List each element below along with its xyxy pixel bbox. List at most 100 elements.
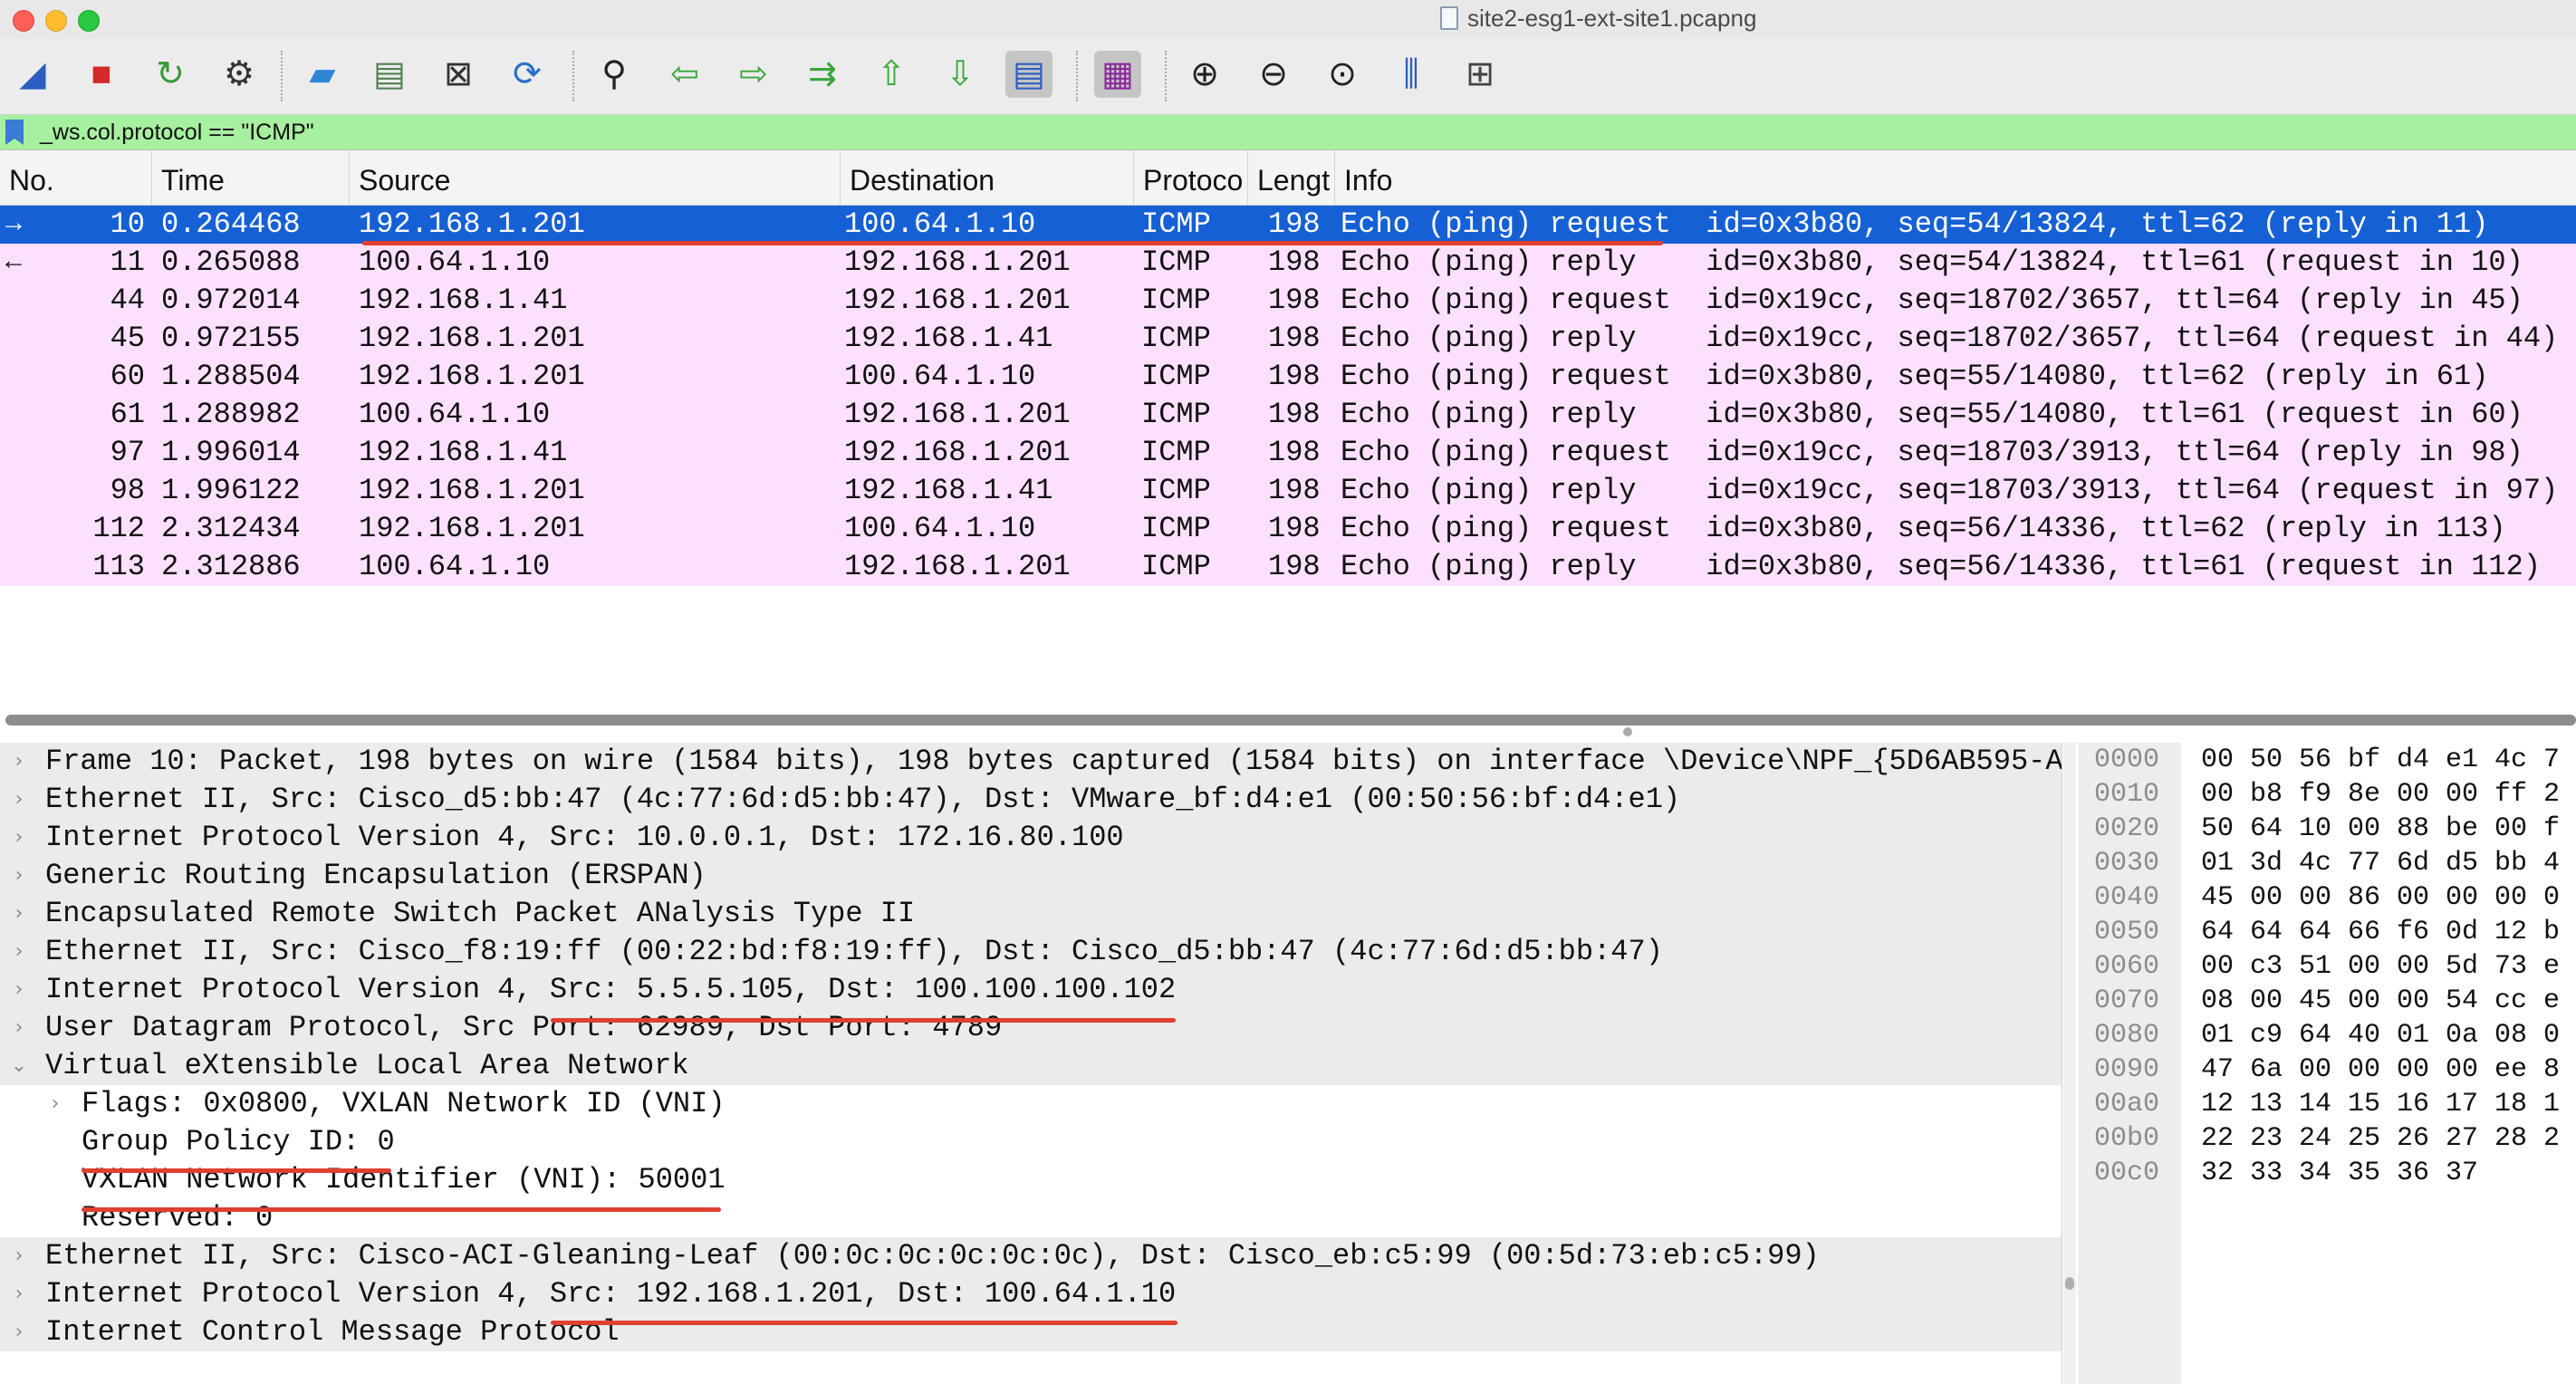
packet-list-hscrollbar[interactable] (5, 715, 2576, 726)
expand-chevron-icon[interactable]: › (5, 857, 33, 895)
hex-byte-row[interactable]: 00 c3 51 00 00 5d 73 e (2201, 949, 2560, 984)
go-to-packet-icon[interactable]: ⇉ (799, 51, 846, 98)
hex-byte-row[interactable]: 00 50 56 bf d4 e1 4c 7 (2201, 743, 2560, 777)
filter-bookmark-icon[interactable] (5, 120, 24, 145)
packet-row[interactable]: ← 11 0.265088 100.64.1.10 192.168.1.201 ICMP 1… (0, 244, 2576, 282)
close-window-button[interactable] (13, 10, 34, 32)
splitter-handle[interactable] (1623, 727, 1632, 736)
restart-capture-icon[interactable]: ↻ (147, 51, 194, 98)
expand-chevron-icon (42, 1161, 69, 1199)
column-header-protocol[interactable]: Protoco (1134, 150, 1248, 205)
details-tree-item[interactable]: › Internet Protocol Version 4, Src: 10.0.… (0, 819, 2062, 857)
go-forward-icon[interactable]: ⇨ (730, 51, 777, 98)
expand-chevron-icon[interactable]: › (5, 1313, 33, 1351)
hex-byte-row[interactable]: 08 00 45 00 00 54 cc e (2201, 984, 2560, 1018)
hex-byte-row[interactable]: 50 64 10 00 88 be 00 f (2201, 812, 2560, 846)
last-packet-icon[interactable]: ⇩ (937, 51, 984, 98)
hex-byte-row[interactable]: 32 33 34 35 36 37 (2201, 1156, 2478, 1190)
details-tree-item[interactable]: › Frame 10: Packet, 198 bytes on wire (15… (0, 743, 2062, 781)
close-file-icon[interactable]: ⊠ (435, 51, 482, 98)
hex-byte-row[interactable]: 01 3d 4c 77 6d d5 bb 4 (2201, 846, 2560, 880)
zoom-window-button[interactable] (78, 10, 100, 32)
details-tree-item[interactable]: VXLAN Network Identifier (VNI): 50001 (0, 1161, 2062, 1199)
packet-list: → 10 0.264468 192.168.1.201 100.64.1.10 ICMP 1… (0, 206, 2576, 713)
packet-time: 1.996122 (161, 474, 301, 507)
details-tree-item[interactable]: › User Datagram Protocol, Src Port: 62989… (0, 1009, 2062, 1047)
details-tree-item[interactable]: › Encapsulated Remote Switch Packet ANaly… (0, 895, 2062, 933)
expand-chevron-icon[interactable]: › (5, 819, 33, 857)
first-packet-icon[interactable]: ⇧ (868, 51, 915, 98)
details-tree-item[interactable]: › Internet Protocol Version 4, Src: 192.1… (0, 1275, 2062, 1313)
details-scrollbar[interactable] (2063, 743, 2076, 1384)
packet-row[interactable]: → 10 0.264468 192.168.1.201 100.64.1.10 ICMP 1… (0, 206, 2576, 244)
details-tree-item[interactable]: › Generic Routing Encapsulation (ERSPAN) (0, 857, 2062, 895)
packet-row[interactable]: 98 1.996122 192.168.1.201 192.168.1.41 ICMP 1… (0, 472, 2576, 510)
zoom-in-icon[interactable]: ⊕ (1181, 51, 1228, 98)
expand-chevron-icon[interactable]: › (5, 1275, 33, 1313)
pane-splitter[interactable] (0, 713, 2576, 742)
hex-byte-row[interactable]: 00 b8 f9 8e 00 00 ff 2 (2201, 777, 2560, 812)
shark-fin-start-icon[interactable]: ◢ (9, 51, 56, 98)
hex-offset: 00c0 (2094, 1158, 2160, 1188)
details-tree-item[interactable]: ⌄ Virtual eXtensible Local Area Network (0, 1047, 2062, 1085)
expand-chevron-icon[interactable]: › (5, 933, 33, 971)
auto-scroll-icon[interactable]: ▤ (1005, 51, 1053, 98)
column-header-source[interactable]: Source (350, 150, 841, 205)
layout-panes-icon[interactable]: ⊞ (1456, 51, 1504, 98)
expand-chevron-icon[interactable]: › (5, 781, 33, 819)
colorize-list-icon[interactable]: ▦ (1094, 51, 1141, 98)
details-tree-item[interactable]: › Ethernet II, Src: Cisco_d5:bb:47 (4c:77… (0, 781, 2062, 819)
expand-chevron-icon[interactable]: › (5, 895, 33, 933)
find-packet-icon[interactable]: ⚲ (591, 51, 638, 98)
packet-row[interactable]: 45 0.972155 192.168.1.201 192.168.1.41 ICMP 1… (0, 320, 2576, 358)
details-tree-item[interactable]: Reserved: 0 (0, 1199, 2062, 1237)
hex-byte-row[interactable]: 01 c9 64 40 01 0a 08 0 (2201, 1018, 2560, 1052)
details-tree-item[interactable]: Group Policy ID: 0 (0, 1123, 2062, 1161)
normal-size-icon[interactable]: ⊙ (1319, 51, 1366, 98)
hex-byte-row[interactable]: 45 00 00 86 00 00 00 0 (2201, 880, 2560, 915)
collapse-chevron-icon[interactable]: ⌄ (5, 1047, 33, 1085)
packet-row[interactable]: 112 2.312434 192.168.1.201 100.64.1.10 ICMP 1… (0, 510, 2576, 548)
annotation-underline (551, 1018, 1176, 1023)
hex-byte-row[interactable]: 64 64 64 66 f6 0d 12 b (2201, 915, 2560, 949)
display-filter-bar[interactable]: _ws.col.protocol == "ICMP" (0, 115, 2576, 150)
details-tree-item[interactable]: › Internet Protocol Version 4, Src: 5.5.5… (0, 971, 2062, 1009)
hex-byte-row[interactable]: 22 23 24 25 26 27 28 2 (2201, 1121, 2560, 1156)
packet-protocol: ICMP (1141, 360, 1211, 393)
details-tree-item[interactable]: › Flags: 0x0800, VXLAN Network ID (VNI) (0, 1085, 2062, 1123)
packet-row[interactable]: 60 1.288504 192.168.1.201 100.64.1.10 ICMP 19… (0, 358, 2576, 396)
packet-row[interactable]: 97 1.996014 192.168.1.41 192.168.1.201 ICMP 1… (0, 434, 2576, 472)
column-header-info[interactable]: Info (1335, 150, 2576, 205)
column-header-destination[interactable]: Destination (841, 150, 1134, 205)
packet-row[interactable]: 61 1.288982 100.64.1.10 192.168.1.201 ICMP 19… (0, 396, 2576, 434)
open-folder-icon[interactable]: ▰ (299, 51, 346, 98)
stop-capture-icon[interactable]: ■ (78, 51, 125, 98)
column-header-length[interactable]: Lengt (1248, 150, 1335, 205)
hex-byte-row[interactable]: 47 6a 00 00 00 00 ee 8 (2201, 1052, 2560, 1087)
minimize-window-button[interactable] (45, 10, 67, 32)
expand-chevron-icon[interactable]: › (5, 743, 33, 781)
packet-destination: 192.168.1.41 (844, 322, 1053, 355)
column-header-time[interactable]: Time (152, 150, 350, 205)
zoom-out-icon[interactable]: ⊖ (1250, 51, 1297, 98)
capture-options-gear-icon[interactable]: ⚙ (216, 51, 263, 98)
expand-chevron-icon[interactable]: › (5, 971, 33, 1009)
details-tree-item[interactable]: › Internet Control Message Protocol (0, 1313, 2062, 1351)
packet-row[interactable]: 44 0.972014 192.168.1.41 192.168.1.201 ICMP 1… (0, 282, 2576, 320)
hex-byte-row[interactable]: 12 13 14 15 16 17 18 1 (2201, 1087, 2560, 1121)
save-file-icon[interactable]: ▤ (366, 51, 413, 98)
resize-columns-icon[interactable]: ⫼ (1388, 51, 1435, 98)
hex-offset: 00b0 (2094, 1123, 2160, 1154)
hex-offset: 0090 (2094, 1054, 2160, 1085)
column-header-no[interactable]: No. (0, 150, 152, 205)
go-back-icon[interactable]: ⇦ (661, 51, 708, 98)
details-tree-item[interactable]: › Ethernet II, Src: Cisco_f8:19:ff (00:22… (0, 933, 2062, 971)
scrollbar-handle[interactable] (2065, 1277, 2074, 1290)
packet-row[interactable]: 113 2.312886 100.64.1.10 192.168.1.201 ICMP 1… (0, 548, 2576, 586)
expand-chevron-icon[interactable]: › (5, 1009, 33, 1047)
expand-chevron-icon[interactable]: › (5, 1237, 33, 1275)
reload-file-icon[interactable]: ⟳ (504, 51, 551, 98)
expand-chevron-icon[interactable]: › (42, 1085, 69, 1123)
details-tree-item[interactable]: › Ethernet II, Src: Cisco-ACI-Gleaning-Le… (0, 1237, 2062, 1275)
display-filter-input[interactable]: _ws.col.protocol == "ICMP" (40, 115, 314, 149)
